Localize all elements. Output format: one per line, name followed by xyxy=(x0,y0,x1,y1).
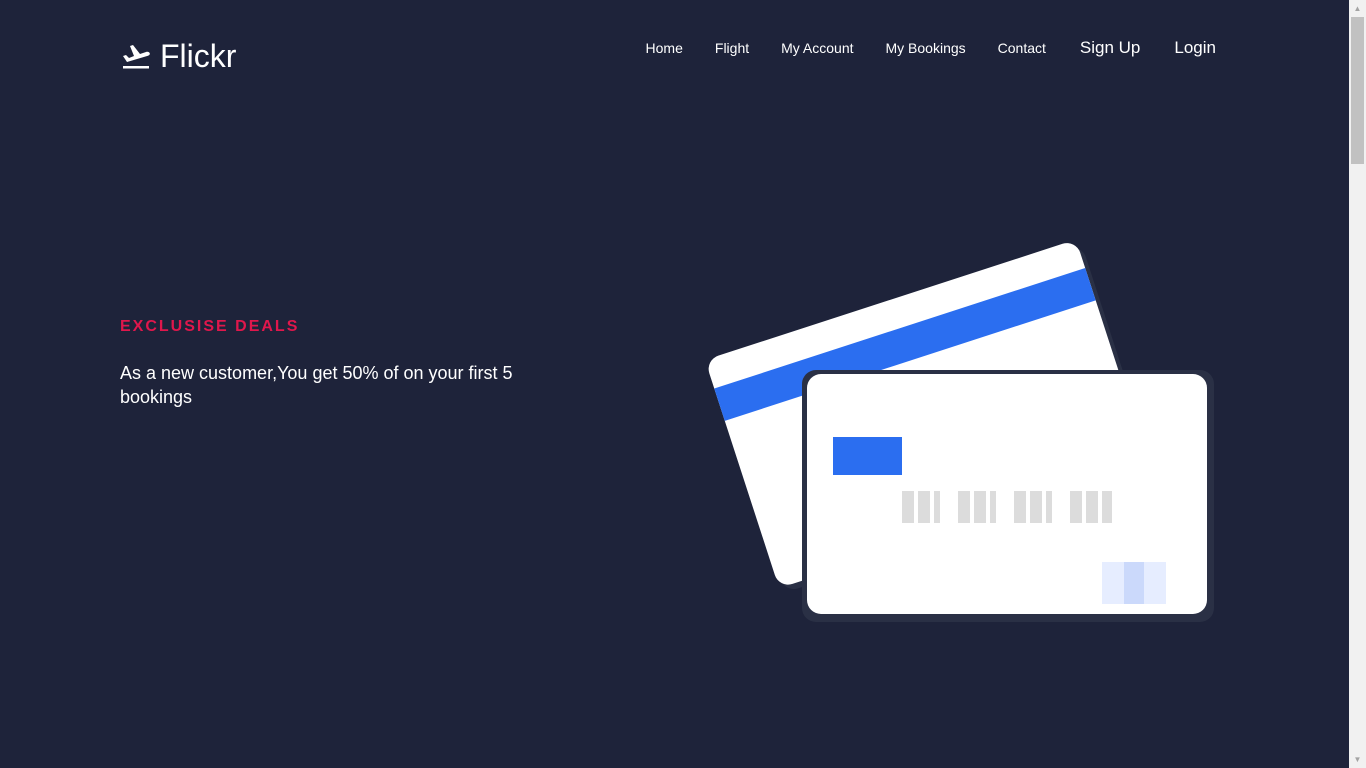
brand-logo[interactable]: Flickr xyxy=(120,36,236,76)
scroll-down-arrow-icon[interactable]: ▼ xyxy=(1349,751,1366,768)
brand-name: Flickr xyxy=(160,38,237,74)
airplane-takeoff-icon xyxy=(120,40,152,72)
nav-home[interactable]: Home xyxy=(646,40,683,56)
nav-login[interactable]: Login xyxy=(1174,38,1216,58)
nav-contact[interactable]: Contact xyxy=(998,40,1046,56)
scroll-up-arrow-icon[interactable]: ▲ xyxy=(1349,0,1366,17)
nav-my-bookings[interactable]: My Bookings xyxy=(886,40,966,56)
credit-cards-illustration xyxy=(690,225,1230,635)
vertical-scrollbar[interactable]: ▲ ▼ xyxy=(1349,0,1366,768)
main-nav: Home Flight My Account My Bookings Conta… xyxy=(614,38,1216,58)
nav-sign-up[interactable]: Sign Up xyxy=(1080,38,1140,58)
hero-label: EXCLUSISE DEALS xyxy=(120,318,300,335)
nav-flight[interactable]: Flight xyxy=(715,40,749,56)
front-card xyxy=(802,370,1214,622)
scroll-thumb[interactable] xyxy=(1351,17,1364,164)
page: Flickr Home Flight My Account My Booking… xyxy=(0,0,1349,768)
hero-description: As a new customer,You get 50% of on your… xyxy=(120,363,513,407)
nav-my-account[interactable]: My Account xyxy=(781,40,853,56)
hero-hidden-button[interactable] xyxy=(120,450,220,474)
